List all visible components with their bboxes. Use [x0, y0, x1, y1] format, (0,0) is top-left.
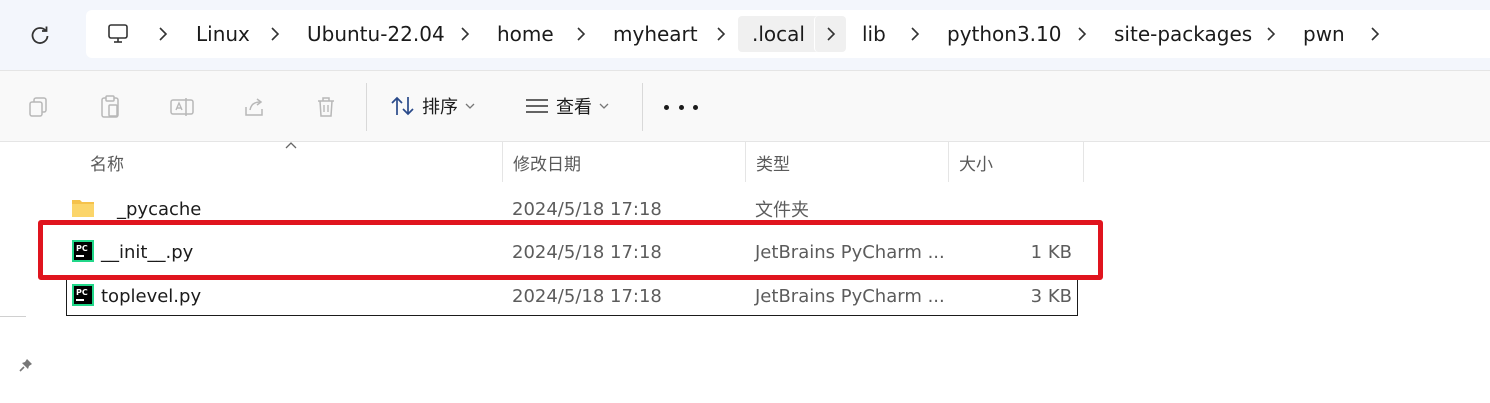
file-size: 3 KB: [1030, 285, 1072, 307]
paste-icon: [101, 95, 119, 118]
column-header-name[interactable]: 名称: [80, 142, 503, 182]
chevron-down-icon: [599, 103, 609, 109]
chevron-right-icon[interactable]: [268, 24, 282, 44]
folder-icon: [72, 200, 94, 217]
file-type: JetBrains PyCharm ...: [755, 285, 945, 307]
chevron-down-icon: [465, 103, 475, 109]
more-icon[interactable]: [664, 101, 698, 113]
breadcrumb-item[interactable]: lib: [862, 16, 886, 52]
breadcrumb-item[interactable]: pwn: [1303, 16, 1345, 52]
chevron-right-icon[interactable]: [156, 24, 170, 44]
chevron-right-icon[interactable]: [1264, 24, 1278, 44]
refresh-icon: [31, 26, 49, 44]
chevron-right-icon[interactable]: [814, 16, 846, 52]
breadcrumb-item[interactable]: Linux: [196, 16, 250, 52]
toolbar-divider: [642, 83, 643, 131]
rename-button[interactable]: [164, 89, 200, 125]
highlight-annotation: [38, 220, 1103, 280]
chevron-right-icon[interactable]: [908, 24, 922, 44]
command-bar: 排序 查看: [0, 70, 1490, 142]
copy-icon: [29, 97, 47, 117]
share-button[interactable]: [236, 89, 272, 125]
rename-icon: [170, 98, 194, 116]
paste-button[interactable]: [92, 89, 128, 125]
view-label: 查看: [556, 97, 592, 118]
svg-text:PC: PC: [76, 288, 88, 297]
toolbar-divider: [366, 83, 367, 131]
list-item[interactable]: PC toplevel.py 2024/5/18 17:18 JetBrains…: [66, 276, 1078, 316]
chevron-right-icon[interactable]: [458, 24, 472, 44]
computer-icon[interactable]: [104, 20, 132, 48]
file-name: toplevel.py: [101, 285, 202, 307]
nav-divider: [0, 316, 26, 317]
chevron-right-icon[interactable]: [714, 24, 728, 44]
chevron-right-icon[interactable]: [1368, 24, 1382, 44]
copy-button[interactable]: [20, 89, 56, 125]
column-header-type[interactable]: 类型: [746, 142, 949, 182]
pin-icon[interactable]: [16, 356, 36, 376]
delete-icon: [318, 97, 334, 117]
view-button[interactable]: 查看: [524, 93, 610, 119]
breadcrumb-item[interactable]: Ubuntu-22.04: [307, 16, 445, 52]
sort-label: 排序: [422, 97, 458, 118]
column-header-modified[interactable]: 修改日期: [503, 142, 746, 182]
column-header-size[interactable]: 大小: [949, 142, 1084, 182]
file-modified: 2024/5/18 17:18: [512, 285, 662, 307]
share-icon: [245, 98, 263, 116]
breadcrumb-item[interactable]: home: [497, 16, 554, 52]
breadcrumb-item[interactable]: myheart: [613, 16, 698, 52]
breadcrumb-item[interactable]: site-packages: [1114, 16, 1252, 52]
chevron-right-icon[interactable]: [574, 24, 588, 44]
refresh-button[interactable]: [24, 20, 56, 52]
chevron-right-icon[interactable]: [1075, 24, 1089, 44]
delete-button[interactable]: [308, 89, 344, 125]
sort-button[interactable]: 排序: [390, 93, 476, 119]
address-bar: Linux Ubuntu-22.04 home myheart .local l…: [0, 0, 1490, 70]
breadcrumb-item[interactable]: python3.10: [947, 16, 1062, 52]
pycharm-file-icon: PC: [72, 284, 94, 306]
sort-icon: [391, 96, 414, 116]
view-icon: [526, 99, 548, 113]
breadcrumb-item-current[interactable]: .local: [738, 16, 819, 52]
